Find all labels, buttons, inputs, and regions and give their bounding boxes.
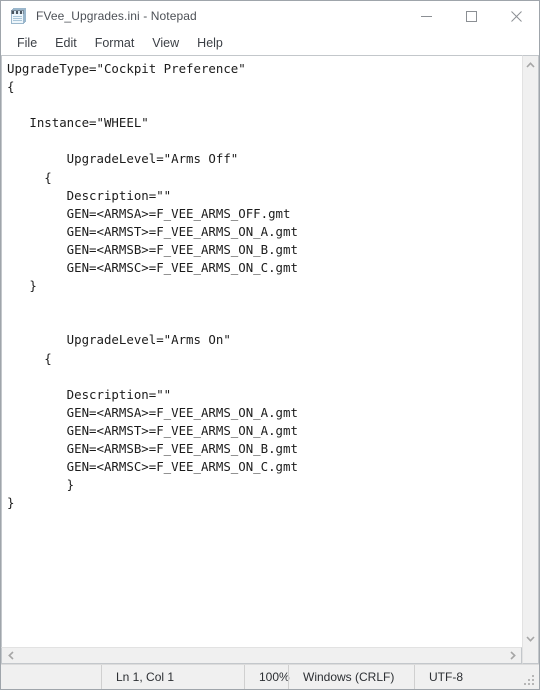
scrollbar-corner (522, 647, 539, 664)
scroll-left-arrow[interactable] (4, 648, 17, 663)
maximize-button[interactable] (449, 1, 494, 31)
horizontal-scrollbar[interactable] (1, 647, 522, 664)
window-controls (404, 1, 539, 31)
scroll-down-arrow[interactable] (523, 632, 538, 645)
status-line-col[interactable]: Ln 1, Col 1 (101, 665, 244, 689)
maximize-icon (466, 10, 477, 22)
status-encoding[interactable]: UTF-8 (414, 665, 539, 689)
close-icon (511, 10, 522, 22)
status-bar: Ln 1, Col 1 100% Windows (CRLF) UTF-8 (1, 664, 539, 689)
text-editor[interactable]: UpgradeType="Cockpit Preference" { Insta… (1, 55, 522, 647)
editor-region: UpgradeType="Cockpit Preference" { Insta… (1, 55, 539, 664)
chevron-right-icon (509, 651, 516, 660)
status-zoom[interactable]: 100% (244, 665, 290, 689)
vertical-scrollbar[interactable] (522, 55, 539, 647)
notepad-window: FVee_Upgrades.ini - Notepad File Edit Fo… (0, 0, 540, 690)
minimize-button[interactable] (404, 1, 449, 31)
menu-item-edit[interactable]: Edit (46, 33, 86, 54)
menu-item-view[interactable]: View (143, 33, 188, 54)
chevron-up-icon (526, 61, 535, 68)
resize-grip[interactable] (524, 675, 535, 686)
menu-item-file[interactable]: File (8, 33, 46, 54)
menu-item-format[interactable]: Format (86, 33, 144, 54)
editor-row: UpgradeType="Cockpit Preference" { Insta… (1, 55, 539, 647)
status-spacer (1, 665, 101, 689)
chevron-left-icon (7, 651, 14, 660)
minimize-icon (421, 15, 432, 17)
chevron-down-icon (526, 635, 535, 642)
scroll-up-arrow[interactable] (523, 58, 538, 71)
status-line-ending[interactable]: Windows (CRLF) (288, 665, 414, 689)
menu-bar: File Edit Format View Help (1, 31, 539, 55)
window-title: FVee_Upgrades.ini - Notepad (36, 9, 197, 23)
close-button[interactable] (494, 1, 539, 31)
menu-item-help[interactable]: Help (188, 33, 232, 54)
scroll-right-arrow[interactable] (506, 648, 519, 663)
notepad-icon (10, 7, 27, 25)
vertical-scroll-track[interactable] (523, 71, 538, 632)
title-bar[interactable]: FVee_Upgrades.ini - Notepad (1, 1, 539, 31)
editor-content[interactable]: UpgradeType="Cockpit Preference" { Insta… (2, 56, 522, 512)
